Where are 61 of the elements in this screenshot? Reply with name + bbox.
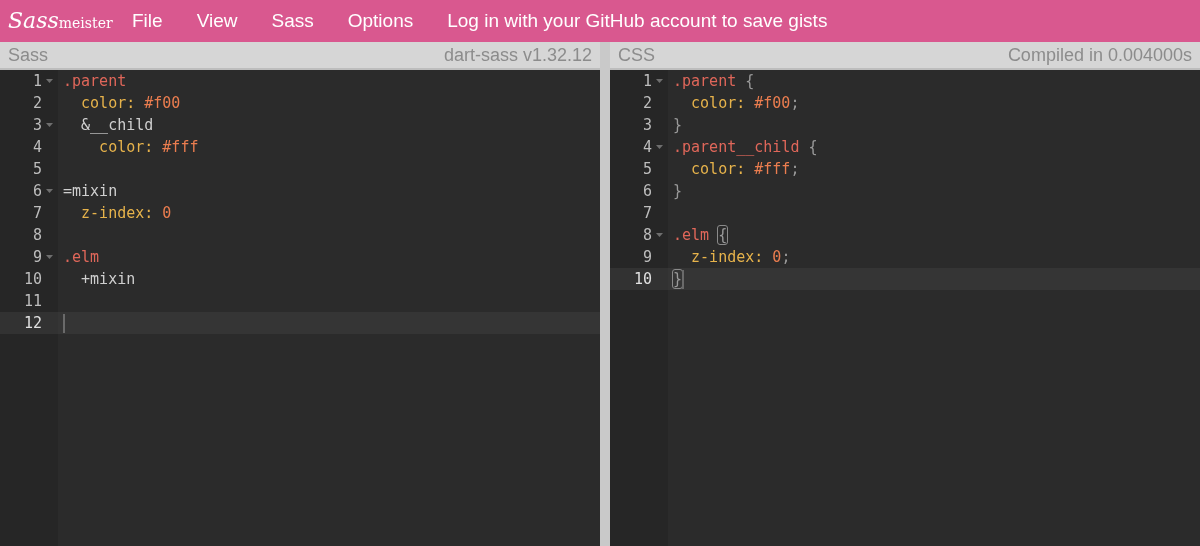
menu-item[interactable]: File (132, 6, 163, 36)
line-number: 4 (641, 136, 652, 158)
text-cursor (682, 269, 685, 289)
code-line: } (673, 268, 683, 290)
fold-arrow-icon[interactable] (656, 233, 663, 237)
line-number: 3 (31, 114, 42, 136)
menu-item[interactable]: Log in with your GitHub account to save gists (447, 6, 828, 36)
fold-arrow-icon[interactable] (46, 189, 53, 193)
line-number: 2 (31, 92, 42, 114)
code-line: +mixin (80, 268, 136, 290)
fold-arrow-icon[interactable] (46, 123, 53, 127)
line-number: 8 (31, 224, 42, 246)
code-line: } (673, 114, 683, 136)
logo-script: Sass (8, 10, 59, 32)
fold-arrow-icon[interactable] (46, 79, 53, 83)
code-editor[interactable]: 1 .parent 2 color: #f00 3 &__child 4 color: #fff 5 6 =mixin 7 z-index: 0 8 9 .elm 10 +mixin 11 12 (0, 70, 600, 546)
line-number: 11 (22, 290, 42, 312)
code-line: .parent (63, 70, 127, 92)
compiler-info: dart-sass v1.32.12 (443, 43, 592, 67)
logo-wordmark: meister (58, 16, 113, 32)
code-line: } (673, 180, 683, 202)
line-number: 6 (31, 180, 42, 202)
line-number: 5 (31, 158, 42, 180)
code-line: color: #fff (98, 136, 199, 158)
menu-item[interactable]: Options (347, 6, 414, 36)
line-number: 4 (31, 136, 42, 158)
line-number: 1 (641, 70, 652, 92)
line-number: 1 (31, 70, 42, 92)
compiler-info: Compiled in 0.004000s (1007, 43, 1192, 67)
text-cursor (63, 313, 65, 333)
code-line: z-index: 0 (80, 202, 172, 224)
code-line: color: #fff; (690, 158, 800, 180)
line-number: 9 (31, 246, 42, 268)
line-number: 6 (641, 180, 652, 202)
code-line: .elm { (673, 224, 728, 246)
code-editor[interactable]: 1 .parent { 2 color: #f00; 3 } 4 .parent__child { 5 color: #fff; 6 } 7 8 .elm { 9 z-index: 0; 10 } (610, 70, 1200, 546)
code-line: .elm (63, 246, 100, 268)
line-number: 8 (641, 224, 652, 246)
panel-title: CSS (618, 43, 655, 67)
fold-arrow-icon[interactable] (656, 145, 663, 149)
line-number: 7 (641, 202, 652, 224)
line-number: 10 (22, 268, 42, 290)
line-number: 12 (22, 312, 42, 334)
line-number: 7 (31, 202, 42, 224)
menu-item[interactable]: View (196, 6, 238, 36)
line-number: 9 (641, 246, 652, 268)
code-line: .parent__child { (673, 136, 818, 158)
fold-arrow-icon[interactable] (656, 79, 663, 83)
menu-item[interactable]: Sass (271, 6, 314, 36)
code-line: .parent { (673, 70, 755, 92)
line-number: 10 (632, 268, 652, 290)
code-line: z-index: 0; (690, 246, 791, 268)
fold-arrow-icon[interactable] (46, 255, 53, 259)
code-line: color: #f00; (690, 92, 800, 114)
line-number: 2 (641, 92, 652, 114)
line-number: 3 (641, 114, 652, 136)
panel-title: Sass (8, 43, 49, 67)
line-number: 5 (641, 158, 652, 180)
code-line: &__child (80, 114, 154, 136)
code-line: =mixin (63, 180, 118, 202)
code-line: color: #f00 (80, 92, 181, 114)
